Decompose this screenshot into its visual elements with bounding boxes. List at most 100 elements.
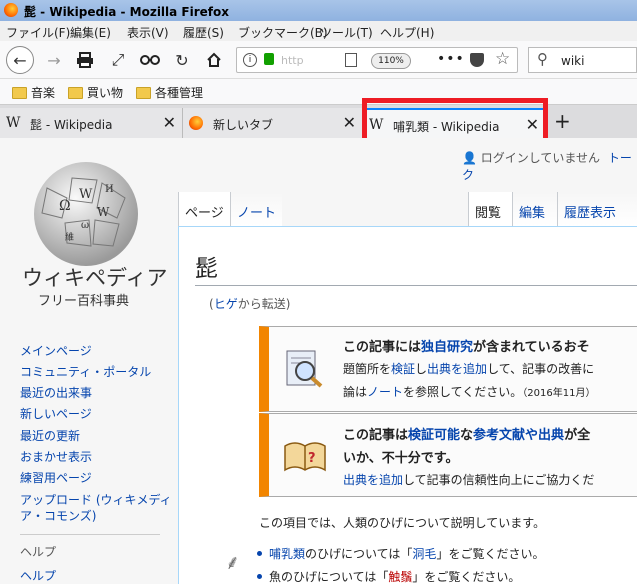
bookmark-folder-shopping[interactable]: 買い物: [68, 84, 123, 101]
new-tab-button[interactable]: +: [554, 109, 571, 133]
link-talk[interactable]: ノート: [367, 385, 403, 399]
sidebar-item-new-pages[interactable]: 新しいページ: [20, 405, 92, 422]
sidebar-heading-help: ヘルプ: [20, 545, 57, 559]
redirect-note: (ヒゲから転送): [209, 295, 290, 312]
svg-text:ω: ω: [81, 220, 89, 231]
text: この記事には: [343, 340, 422, 355]
back-button[interactable]: ←: [6, 46, 34, 74]
notice-original-research: この記事には独自研究が含まれているおそ 題箇所を検証し出典を追加して、記事の改善…: [259, 326, 637, 412]
tab-page[interactable]: ページ: [178, 192, 230, 226]
reload-button[interactable]: ↻: [170, 48, 194, 72]
print-button[interactable]: [73, 48, 97, 72]
fullscreen-button[interactable]: ⤢: [106, 48, 130, 72]
bookmark-label: 音楽: [31, 86, 56, 100]
tab-talk[interactable]: ノート: [230, 192, 282, 226]
page-content: Ω W W ω И 維 ウィキペディア フリー百科事典 👤 ログインしていません…: [0, 138, 637, 584]
menu-tools[interactable]: ツール(T): [320, 24, 373, 41]
tab-new[interactable]: 新しいタブ ✕: [183, 108, 363, 138]
firefox-icon: [4, 3, 18, 17]
menu-file[interactable]: ファイル(F): [6, 24, 70, 41]
sidebar-item-upload[interactable]: アップロード (ウィキメディ: [20, 491, 172, 508]
text: 論は: [343, 385, 368, 399]
bookmark-label: 買い物: [87, 86, 124, 100]
list-item: 哺乳類のひげについては「洞毛」をご覧ください。: [256, 545, 544, 562]
language-settings-icon[interactable]: ⸙: [225, 548, 240, 575]
menu-help[interactable]: ヘルプ(H): [380, 24, 434, 41]
svg-text:И: И: [105, 184, 114, 195]
bookmark-star-icon[interactable]: ☆: [495, 49, 510, 69]
text: な: [460, 428, 474, 443]
svg-text:Ω: Ω: [59, 198, 71, 214]
page-title: 髭: [195, 256, 218, 282]
text: 題箇所を: [343, 362, 392, 376]
link-references[interactable]: 参考文献や出典: [473, 428, 564, 443]
tab-edit[interactable]: 編集: [512, 192, 557, 226]
tab-close-button[interactable]: ✕: [163, 113, 176, 132]
menu-edit[interactable]: 編集(E): [70, 24, 111, 41]
tab-hige[interactable]: W 髭 - Wikipedia ✕: [0, 108, 183, 138]
link-verifiability[interactable]: 検証可能: [408, 428, 460, 443]
wikipedia-globe-logo[interactable]: Ω W W ω И 維: [27, 158, 145, 268]
bookmark-folder-music[interactable]: 音楽: [12, 84, 55, 101]
hatnote: この項目では、人類のひげについて説明しています。: [259, 516, 546, 530]
folder-icon: [136, 86, 151, 99]
menu-bookmarks[interactable]: ブックマーク(B): [238, 24, 328, 41]
notice-date: （2016年11月）: [522, 388, 596, 399]
link-add-source[interactable]: 出典を追加: [427, 362, 487, 376]
tab-history[interactable]: 履歴表示: [557, 192, 637, 226]
notice1-line1: この記事には独自研究が含まれているおそ: [343, 336, 590, 355]
search-input[interactable]: wiki: [561, 54, 584, 68]
url-text[interactable]: http: [281, 54, 304, 67]
sidebar-item-current-events[interactable]: 最近の出来事: [20, 384, 92, 401]
sidebar-item-sandbox[interactable]: 練習用ページ: [20, 469, 92, 486]
private-mask-button[interactable]: [138, 48, 162, 72]
folder-icon: [12, 86, 27, 99]
bookmark-folder-management[interactable]: 各種管理: [136, 84, 203, 101]
link-vibrissae[interactable]: 洞毛: [412, 547, 436, 561]
link-add-source[interactable]: 出典を追加: [343, 473, 403, 487]
menu-view[interactable]: 表示(V): [127, 24, 169, 41]
magnifier-document-icon: [286, 350, 323, 388]
pocket-icon[interactable]: [470, 53, 484, 67]
article-body: 髭 (ヒゲから転送) この記事には独自研究が含まれているおそ 題箇所を検証し出典…: [178, 226, 637, 584]
bookmark-label: 各種管理: [155, 86, 204, 100]
search-bar[interactable]: ⚲ wiki: [528, 47, 637, 73]
notice2-line2: いか、不十分です。: [343, 451, 459, 466]
link-barbel[interactable]: 触鬚: [388, 570, 412, 584]
page-actions-button[interactable]: •••: [437, 51, 465, 67]
link-original-research[interactable]: 独自研究: [421, 340, 473, 355]
info-icon[interactable]: i: [243, 53, 257, 67]
sidebar-item-community-portal[interactable]: コミュニティ・ポータル: [20, 363, 151, 380]
tab-read[interactable]: 閲覧: [468, 192, 512, 226]
sidebar-item-main-page[interactable]: メインページ: [20, 342, 92, 359]
link-verify[interactable]: 検証: [391, 362, 415, 376]
sidebar-item-help[interactable]: ヘルプ: [20, 567, 56, 584]
login-status: ログインしていません: [480, 151, 601, 165]
home-button[interactable]: [202, 48, 226, 72]
text: 」をご覧ください。: [412, 570, 521, 584]
title-divider: [195, 285, 637, 286]
sidebar-item-upload-cont[interactable]: ア・コモンズ): [20, 507, 96, 524]
logo-tagline: フリー百科事典: [38, 294, 130, 309]
menu-history[interactable]: 履歴(S): [183, 24, 224, 41]
wikipedia-icon: W: [6, 115, 21, 131]
link-mammal[interactable]: 哺乳類: [269, 547, 305, 561]
zoom-indicator[interactable]: 110%: [371, 53, 411, 69]
home-icon: [207, 52, 221, 67]
url-bar[interactable]: i http 110% ••• ☆: [236, 47, 518, 73]
user-icon: 👤: [462, 151, 477, 165]
sidebar-divider: [20, 534, 160, 535]
sidebar-item-random[interactable]: おまかせ表示: [20, 448, 92, 465]
lock-icon[interactable]: [264, 53, 274, 65]
notice2-line3: 出典を追加して記事の信頼性向上にご協力くだ: [343, 471, 594, 488]
forward-button[interactable]: →: [42, 48, 66, 72]
redirect-link[interactable]: ヒゲ: [214, 297, 238, 311]
text: し: [415, 362, 428, 376]
sidebar-item-recent-changes[interactable]: 最近の更新: [20, 427, 80, 444]
text: を参照してください。: [403, 385, 523, 399]
nav-toolbar: ← → ⤢ ↻ i http 110% ••• ☆ ⚲ wiki: [0, 41, 637, 79]
tab-close-button[interactable]: ✕: [343, 113, 356, 132]
reader-view-icon[interactable]: [345, 53, 357, 67]
notice-sources: ? この記事は検証可能な参考文献や出典が全 いか、不十分です。 出典を追加して記…: [259, 413, 637, 497]
svg-text:?: ?: [308, 451, 316, 466]
